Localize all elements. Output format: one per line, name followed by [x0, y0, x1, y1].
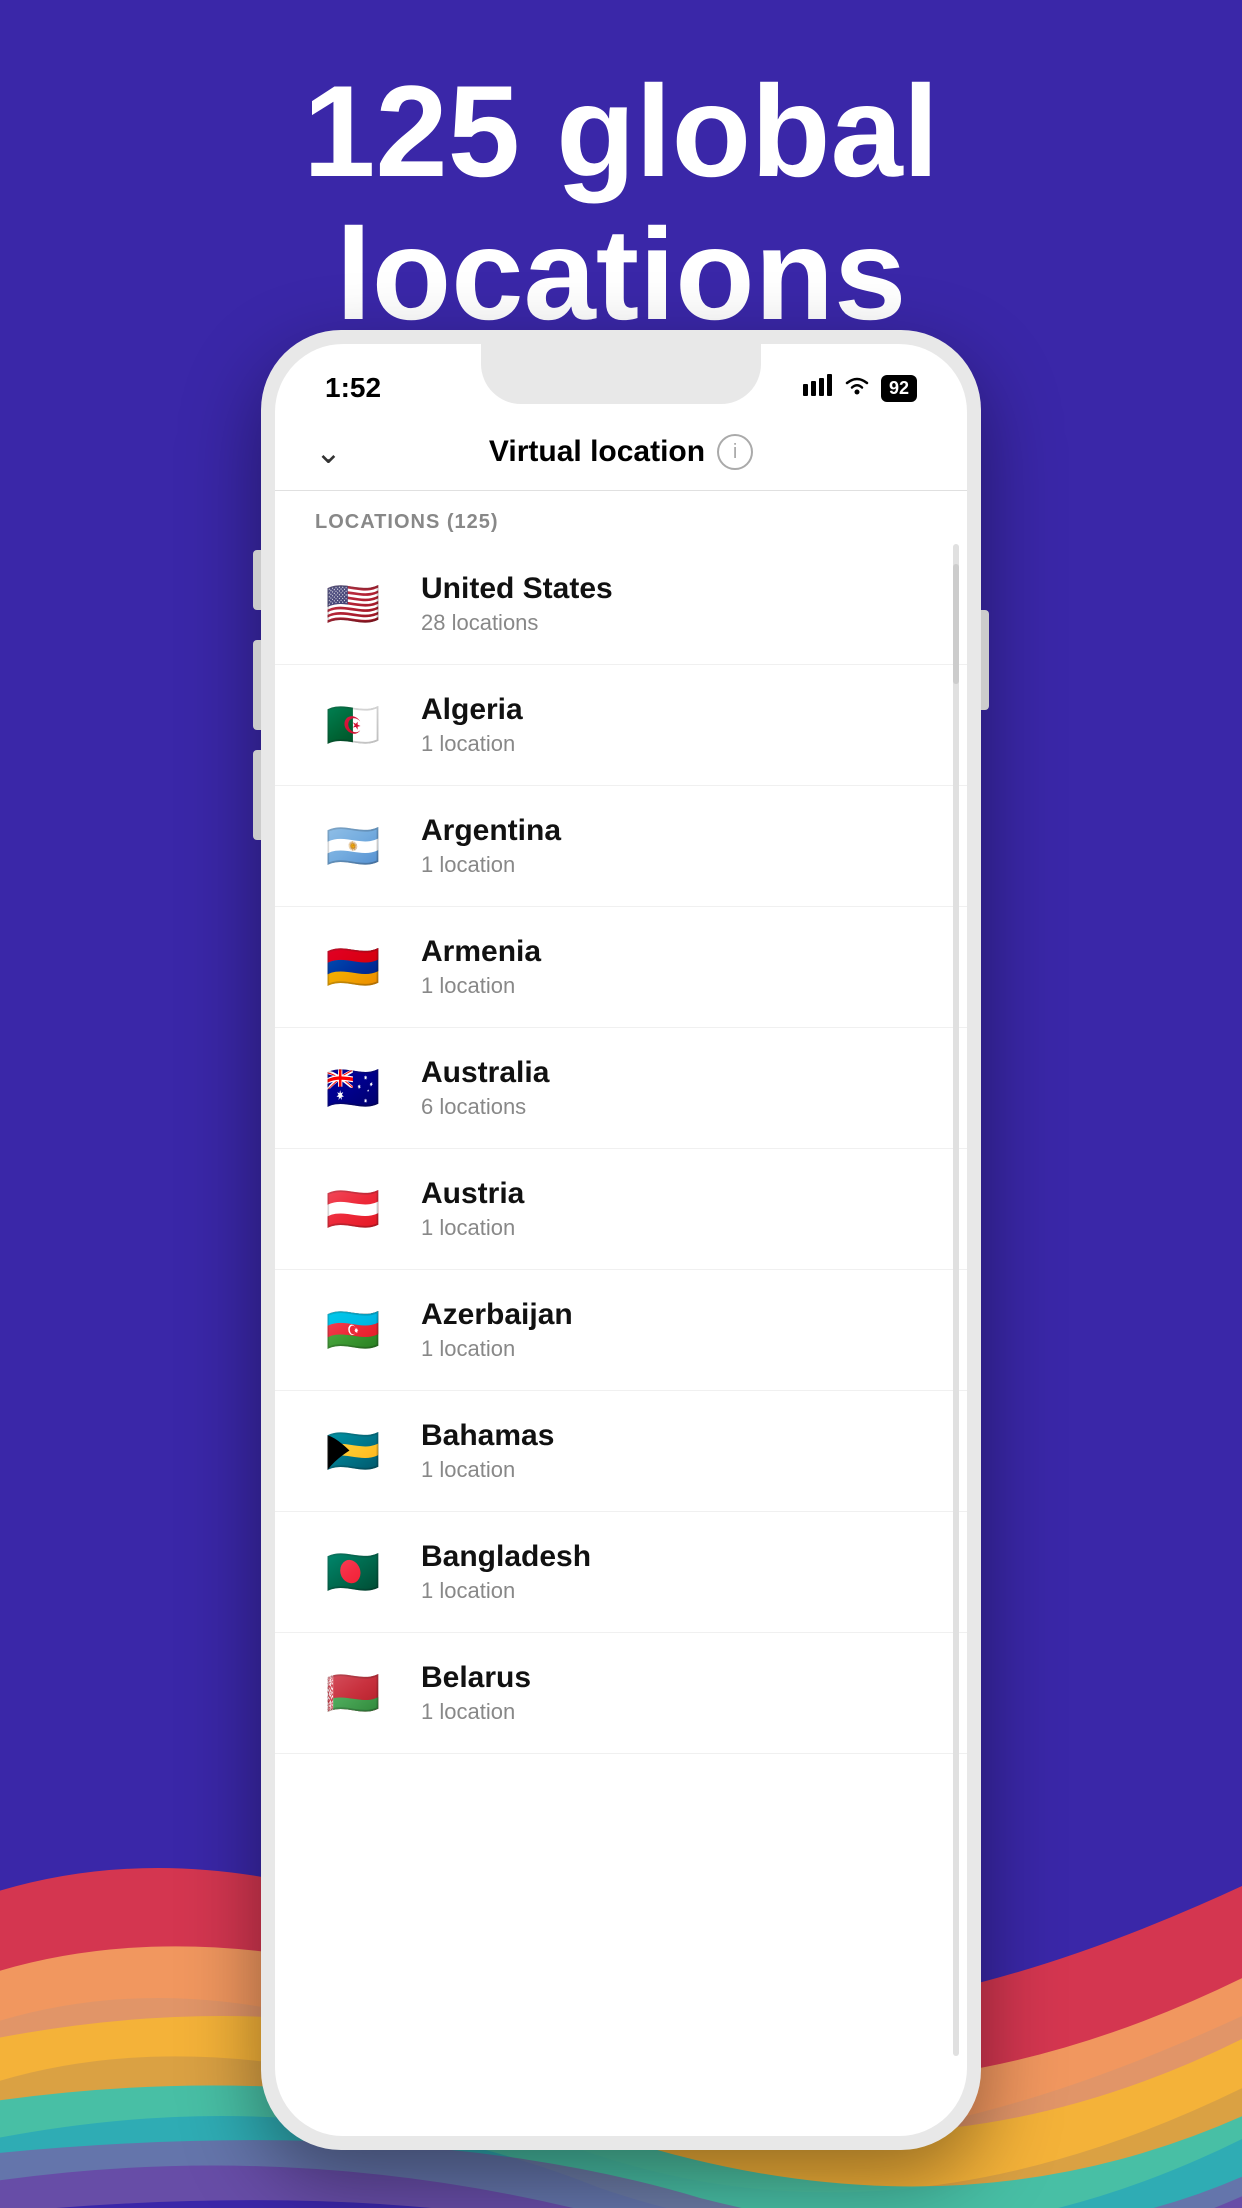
flag-icon: 🇧🇾 [315, 1655, 391, 1731]
location-info: Argentina 1 location [421, 814, 561, 878]
location-item[interactable]: 🇦🇺 Australia 6 locations [275, 1028, 967, 1149]
location-name: Bahamas [421, 1419, 554, 1453]
flag-icon: 🇦🇿 [315, 1292, 391, 1368]
location-item[interactable]: 🇧🇾 Belarus 1 location [275, 1633, 967, 1754]
location-count: 1 location [421, 1699, 531, 1725]
location-info: Armenia 1 location [421, 935, 541, 999]
location-info: Austria 1 location [421, 1177, 524, 1241]
phone-screen: 1:52 [275, 344, 967, 2136]
phone-frame: 1:52 [261, 330, 981, 2150]
wifi-icon [843, 374, 871, 402]
location-name: Belarus [421, 1661, 531, 1695]
back-button[interactable]: ⌄ [315, 433, 342, 471]
location-item[interactable]: 🇦🇹 Austria 1 location [275, 1149, 967, 1270]
location-name: Australia [421, 1056, 549, 1090]
location-item[interactable]: 🇩🇿 Algeria 1 location [275, 665, 967, 786]
notch [481, 344, 761, 404]
info-icon[interactable]: i [717, 434, 753, 470]
location-count: 1 location [421, 1457, 554, 1483]
location-info: Belarus 1 location [421, 1661, 531, 1725]
location-count: 1 location [421, 1215, 524, 1241]
power-button [981, 610, 989, 710]
location-list[interactable]: 🇺🇸 United States 28 locations 🇩🇿 Algeria… [275, 544, 967, 2136]
location-item[interactable]: 🇧🇸 Bahamas 1 location [275, 1391, 967, 1512]
hero-section: 125 global locations [0, 60, 1242, 346]
location-name: Austria [421, 1177, 524, 1211]
flag-icon: 🇦🇺 [315, 1050, 391, 1126]
location-item[interactable]: 🇧🇩 Bangladesh 1 location [275, 1512, 967, 1633]
location-item[interactable]: 🇺🇸 United States 28 locations [275, 544, 967, 665]
hero-title: 125 global locations [0, 60, 1242, 346]
nav-bar: ⌄ Virtual location i [275, 414, 967, 491]
location-count: 1 location [421, 1578, 591, 1604]
scroll-thumb [953, 564, 959, 684]
location-info: United States 28 locations [421, 572, 613, 636]
location-count: 1 location [421, 1336, 573, 1362]
flag-icon: 🇦🇹 [315, 1171, 391, 1247]
scroll-indicator [953, 544, 959, 2056]
location-info: Bangladesh 1 location [421, 1540, 591, 1604]
mute-button [253, 550, 261, 610]
location-name: Azerbaijan [421, 1298, 573, 1332]
status-icons: 92 [803, 374, 917, 402]
flag-icon: 🇦🇲 [315, 929, 391, 1005]
location-item[interactable]: 🇦🇿 Azerbaijan 1 location [275, 1270, 967, 1391]
location-name: Algeria [421, 693, 523, 727]
flag-icon: 🇺🇸 [315, 566, 391, 642]
location-count: 1 location [421, 852, 561, 878]
location-info: Australia 6 locations [421, 1056, 549, 1120]
location-name: Armenia [421, 935, 541, 969]
flag-icon: 🇧🇸 [315, 1413, 391, 1489]
flag-icon: 🇩🇿 [315, 687, 391, 763]
location-name: Bangladesh [421, 1540, 591, 1574]
flag-icon: 🇧🇩 [315, 1534, 391, 1610]
section-header: LOCATIONS (125) [275, 491, 967, 544]
location-item[interactable]: 🇦🇷 Argentina 1 location [275, 786, 967, 907]
volume-up-button [253, 640, 261, 730]
location-name: United States [421, 572, 613, 606]
location-count: 1 location [421, 731, 523, 757]
signal-icon [803, 374, 833, 402]
location-info: Bahamas 1 location [421, 1419, 554, 1483]
location-name: Argentina [421, 814, 561, 848]
nav-title: Virtual location [489, 435, 705, 469]
volume-down-button [253, 750, 261, 840]
location-info: Algeria 1 location [421, 693, 523, 757]
location-item[interactable]: 🇦🇲 Armenia 1 location [275, 907, 967, 1028]
location-count: 28 locations [421, 610, 613, 636]
location-count: 6 locations [421, 1094, 549, 1120]
location-count: 1 location [421, 973, 541, 999]
battery-icon: 92 [881, 375, 917, 402]
status-time: 1:52 [325, 372, 381, 404]
flag-icon: 🇦🇷 [315, 808, 391, 884]
location-info: Azerbaijan 1 location [421, 1298, 573, 1362]
